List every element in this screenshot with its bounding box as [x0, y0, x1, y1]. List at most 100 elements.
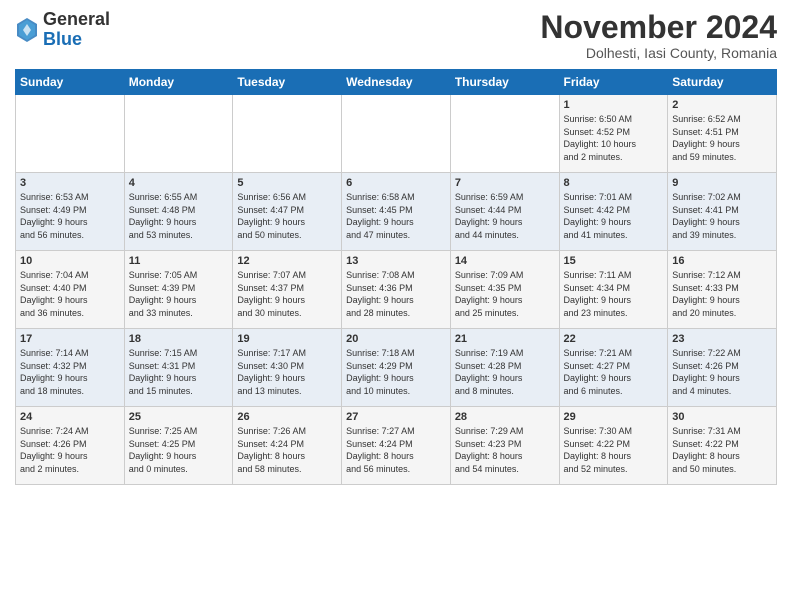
day-number: 1 [564, 99, 664, 111]
day-info: Sunrise: 6:59 AM Sunset: 4:44 PM Dayligh… [455, 191, 555, 241]
header-saturday: Saturday [668, 70, 777, 95]
day-number: 27 [346, 411, 446, 423]
day-number: 28 [455, 411, 555, 423]
day-number: 14 [455, 255, 555, 267]
calendar-cell-r1-c1: 4 Sunrise: 6:55 AM Sunset: 4:48 PM Daylig… [124, 173, 233, 251]
day-info: Sunrise: 7:15 AM Sunset: 4:31 PM Dayligh… [129, 347, 229, 397]
calendar-cell-r4-c3: 27Sunrise: 7:27 AM Sunset: 4:24 PM Dayli… [342, 407, 451, 485]
calendar-row-1: 3 Sunrise: 6:53 AM Sunset: 4:49 PM Daylig… [16, 173, 777, 251]
logo-general-text: General [43, 9, 110, 29]
calendar-cell-r4-c2: 26 Sunrise: 7:26 AM Sunset: 4:24 PM Dayli… [233, 407, 342, 485]
day-info: Sunrise: 6:50 AM Sunset: 4:52 PM Dayligh… [564, 113, 664, 163]
calendar-table: Sunday Monday Tuesday Wednesday Thursday… [15, 69, 777, 485]
calendar-row-0: 1 Sunrise: 6:50 AM Sunset: 4:52 PM Daylig… [16, 95, 777, 173]
header-tuesday: Tuesday [233, 70, 342, 95]
day-number: 8 [564, 177, 664, 189]
calendar-row-4: 24Sunrise: 7:24 AM Sunset: 4:26 PM Dayli… [16, 407, 777, 485]
day-number: 10 [20, 255, 120, 267]
calendar-cell-r4-c0: 24Sunrise: 7:24 AM Sunset: 4:26 PM Dayli… [16, 407, 125, 485]
calendar-cell-r0-c2 [233, 95, 342, 173]
day-info: Sunrise: 6:56 AM Sunset: 4:47 PM Dayligh… [237, 191, 337, 241]
calendar-cell-r0-c0 [16, 95, 125, 173]
day-info: Sunrise: 6:55 AM Sunset: 4:48 PM Dayligh… [129, 191, 229, 241]
calendar-cell-r2-c1: 11Sunrise: 7:05 AM Sunset: 4:39 PM Dayli… [124, 251, 233, 329]
day-info: Sunrise: 7:30 AM Sunset: 4:22 PM Dayligh… [564, 425, 664, 475]
calendar-cell-r3-c5: 22 Sunrise: 7:21 AM Sunset: 4:27 PM Dayli… [559, 329, 668, 407]
header-row: Sunday Monday Tuesday Wednesday Thursday… [16, 70, 777, 95]
calendar-header: Sunday Monday Tuesday Wednesday Thursday… [16, 70, 777, 95]
day-number: 13 [346, 255, 446, 267]
day-number: 4 [129, 177, 229, 189]
calendar-cell-r3-c4: 21Sunrise: 7:19 AM Sunset: 4:28 PM Dayli… [450, 329, 559, 407]
day-info: Sunrise: 7:14 AM Sunset: 4:32 PM Dayligh… [20, 347, 120, 397]
calendar-cell-r2-c5: 15 Sunrise: 7:11 AM Sunset: 4:34 PM Dayli… [559, 251, 668, 329]
day-number: 20 [346, 333, 446, 345]
location: Dolhesti, Iasi County, Romania [540, 45, 777, 61]
header-thursday: Thursday [450, 70, 559, 95]
calendar-cell-r2-c0: 10 Sunrise: 7:04 AM Sunset: 4:40 PM Dayli… [16, 251, 125, 329]
day-info: Sunrise: 6:53 AM Sunset: 4:49 PM Dayligh… [20, 191, 120, 241]
day-number: 30 [672, 411, 772, 423]
day-number: 6 [346, 177, 446, 189]
day-info: Sunrise: 6:52 AM Sunset: 4:51 PM Dayligh… [672, 113, 772, 163]
day-info: Sunrise: 7:18 AM Sunset: 4:29 PM Dayligh… [346, 347, 446, 397]
day-number: 23 [672, 333, 772, 345]
day-info: Sunrise: 7:01 AM Sunset: 4:42 PM Dayligh… [564, 191, 664, 241]
day-info: Sunrise: 7:26 AM Sunset: 4:24 PM Dayligh… [237, 425, 337, 475]
day-info: Sunrise: 7:29 AM Sunset: 4:23 PM Dayligh… [455, 425, 555, 475]
calendar-cell-r3-c0: 17Sunrise: 7:14 AM Sunset: 4:32 PM Dayli… [16, 329, 125, 407]
page: General Blue November 2024 Dolhesti, Ias… [0, 0, 792, 612]
calendar-cell-r2-c6: 16Sunrise: 7:12 AM Sunset: 4:33 PM Dayli… [668, 251, 777, 329]
day-number: 2 [672, 99, 772, 111]
day-info: Sunrise: 7:02 AM Sunset: 4:41 PM Dayligh… [672, 191, 772, 241]
calendar-cell-r3-c6: 23Sunrise: 7:22 AM Sunset: 4:26 PM Dayli… [668, 329, 777, 407]
title-block: November 2024 Dolhesti, Iasi County, Rom… [540, 10, 777, 61]
day-number: 26 [237, 411, 337, 423]
day-number: 21 [455, 333, 555, 345]
day-info: Sunrise: 7:05 AM Sunset: 4:39 PM Dayligh… [129, 269, 229, 319]
calendar-cell-r3-c3: 20 Sunrise: 7:18 AM Sunset: 4:29 PM Dayli… [342, 329, 451, 407]
day-info: Sunrise: 7:11 AM Sunset: 4:34 PM Dayligh… [564, 269, 664, 319]
day-info: Sunrise: 7:31 AM Sunset: 4:22 PM Dayligh… [672, 425, 772, 475]
day-number: 24 [20, 411, 120, 423]
day-info: Sunrise: 7:08 AM Sunset: 4:36 PM Dayligh… [346, 269, 446, 319]
calendar-cell-r4-c6: 30 Sunrise: 7:31 AM Sunset: 4:22 PM Dayli… [668, 407, 777, 485]
calendar-cell-r4-c5: 29 Sunrise: 7:30 AM Sunset: 4:22 PM Dayli… [559, 407, 668, 485]
calendar-cell-r0-c4 [450, 95, 559, 173]
logo-blue-text: Blue [43, 29, 82, 49]
day-info: Sunrise: 7:21 AM Sunset: 4:27 PM Dayligh… [564, 347, 664, 397]
header-sunday: Sunday [16, 70, 125, 95]
day-info: Sunrise: 7:04 AM Sunset: 4:40 PM Dayligh… [20, 269, 120, 319]
day-number: 18 [129, 333, 229, 345]
day-number: 16 [672, 255, 772, 267]
day-number: 22 [564, 333, 664, 345]
calendar-cell-r0-c1 [124, 95, 233, 173]
day-number: 15 [564, 255, 664, 267]
day-number: 5 [237, 177, 337, 189]
calendar-cell-r3-c1: 18 Sunrise: 7:15 AM Sunset: 4:31 PM Dayli… [124, 329, 233, 407]
day-info: Sunrise: 7:25 AM Sunset: 4:25 PM Dayligh… [129, 425, 229, 475]
calendar-cell-r3-c2: 19 Sunrise: 7:17 AM Sunset: 4:30 PM Dayli… [233, 329, 342, 407]
calendar-body: 1 Sunrise: 6:50 AM Sunset: 4:52 PM Daylig… [16, 95, 777, 485]
day-info: Sunrise: 7:17 AM Sunset: 4:30 PM Dayligh… [237, 347, 337, 397]
calendar-cell-r0-c5: 1 Sunrise: 6:50 AM Sunset: 4:52 PM Daylig… [559, 95, 668, 173]
day-number: 19 [237, 333, 337, 345]
day-number: 29 [564, 411, 664, 423]
calendar-cell-r2-c4: 14 Sunrise: 7:09 AM Sunset: 4:35 PM Dayli… [450, 251, 559, 329]
month-title: November 2024 [540, 10, 777, 45]
calendar-cell-r1-c5: 8 Sunrise: 7:01 AM Sunset: 4:42 PM Daylig… [559, 173, 668, 251]
day-number: 3 [20, 177, 120, 189]
day-info: Sunrise: 7:09 AM Sunset: 4:35 PM Dayligh… [455, 269, 555, 319]
logo-icon [15, 16, 39, 44]
header-friday: Friday [559, 70, 668, 95]
day-info: Sunrise: 7:07 AM Sunset: 4:37 PM Dayligh… [237, 269, 337, 319]
header-wednesday: Wednesday [342, 70, 451, 95]
calendar-cell-r1-c4: 7 Sunrise: 6:59 AM Sunset: 4:44 PM Daylig… [450, 173, 559, 251]
calendar-cell-r1-c3: 6Sunrise: 6:58 AM Sunset: 4:45 PM Daylig… [342, 173, 451, 251]
calendar-cell-r1-c2: 5 Sunrise: 6:56 AM Sunset: 4:47 PM Daylig… [233, 173, 342, 251]
calendar-row-2: 10 Sunrise: 7:04 AM Sunset: 4:40 PM Dayli… [16, 251, 777, 329]
day-number: 7 [455, 177, 555, 189]
calendar-cell-r0-c6: 2 Sunrise: 6:52 AM Sunset: 4:51 PM Daylig… [668, 95, 777, 173]
logo: General Blue [15, 10, 110, 50]
day-number: 25 [129, 411, 229, 423]
